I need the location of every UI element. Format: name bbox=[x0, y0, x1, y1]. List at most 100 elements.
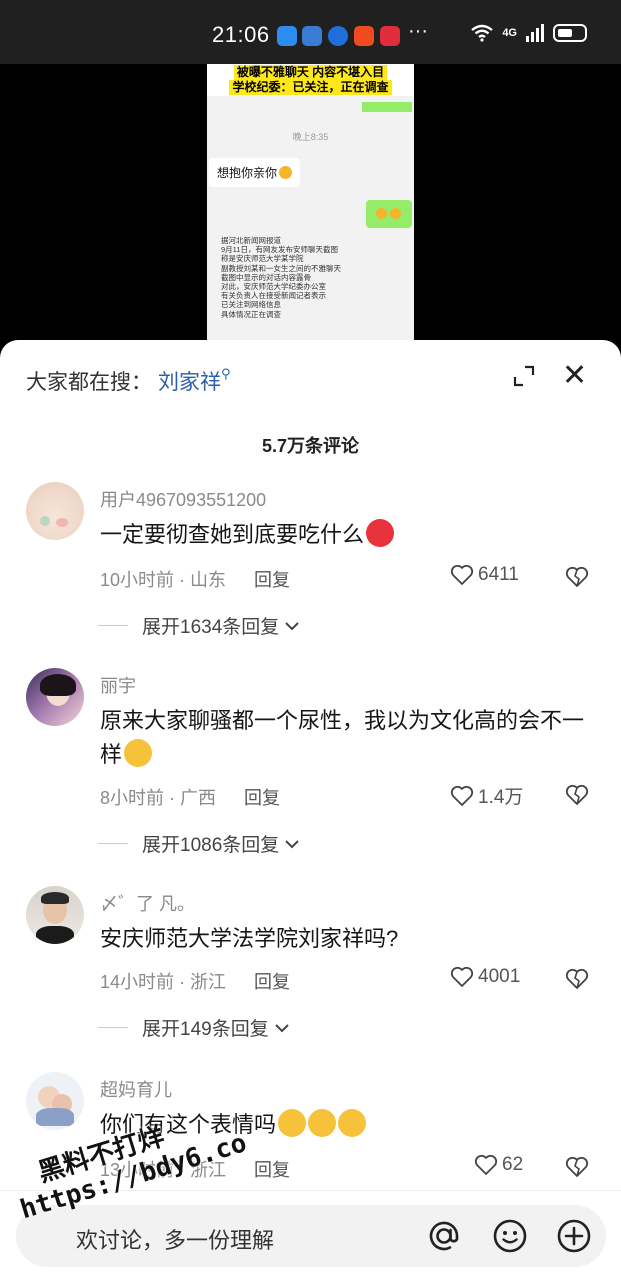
comment-body: 一定要彻查她到底要吃什么 bbox=[100, 522, 365, 547]
comment-time: 14小时前 · 浙江 bbox=[100, 972, 227, 992]
signal-icon bbox=[526, 24, 544, 42]
comment-time: 10小时前 · 山东 bbox=[100, 570, 227, 590]
news-line: 已关注到网络信息 bbox=[221, 300, 281, 310]
avatar[interactable] bbox=[26, 668, 84, 726]
more-notifications-icon: ··· bbox=[408, 20, 428, 42]
comment-text: 安庆师范大学法学院刘家祥吗? bbox=[100, 922, 590, 956]
chevron-down-icon bbox=[274, 1023, 289, 1032]
like-count: 4001 bbox=[478, 966, 521, 987]
wifi-icon bbox=[471, 24, 494, 42]
status-bar: 21:06 ··· 4G bbox=[0, 0, 621, 64]
expand-replies-button[interactable]: 展开149条回复 bbox=[98, 1014, 291, 1041]
comment-count: 5.7万条评论 bbox=[261, 436, 360, 456]
add-icon[interactable] bbox=[556, 1218, 592, 1254]
fullscreen-icon[interactable] bbox=[512, 364, 536, 388]
comment-meta: 8小时前 · 广西 回复 bbox=[100, 784, 280, 810]
status-right: 4G bbox=[470, 24, 587, 42]
news-line: 称是安庆师范大学某学院 bbox=[221, 254, 304, 264]
comment-body: 安庆师范大学法学院刘家祥吗? bbox=[100, 926, 399, 951]
dislike-broken-heart-icon[interactable] bbox=[565, 1156, 589, 1178]
like-button[interactable]: 1.4万 bbox=[450, 782, 523, 809]
heart-eyes-emoji-icon bbox=[279, 166, 293, 179]
comment-username[interactable]: 超妈育儿 bbox=[100, 1076, 172, 1102]
pleading-emoji-icon bbox=[338, 1109, 367, 1137]
comment-username[interactable]: 〆゛了 凡。 bbox=[100, 890, 195, 916]
expand-replies-label: 展开1086条回复 bbox=[142, 835, 280, 856]
expand-replies-button[interactable]: 展开1634条回复 bbox=[98, 612, 301, 639]
network-type: 4G bbox=[502, 27, 517, 39]
browser-app-icon bbox=[328, 26, 348, 46]
avatar[interactable] bbox=[26, 1072, 84, 1130]
news-overlay: 据河北新闻网报道 9月11日，有网友发布安师聊天截图 称是安庆师范大学某学院 副… bbox=[221, 236, 401, 319]
dislike-broken-heart-icon[interactable] bbox=[565, 968, 589, 990]
chat-bubble-received: 想抱你亲你 bbox=[209, 158, 301, 187]
comment-meta: 14小时前 · 浙江 回复 bbox=[100, 968, 290, 994]
pleading-emoji-icon bbox=[308, 1109, 337, 1137]
avatar[interactable] bbox=[26, 482, 84, 540]
news-line: 截图中显示的对话内容露骨 bbox=[221, 272, 311, 282]
video-player[interactable]: 被曝不雅聊天 内容不堪入目 学校纪委：已关注，正在调查 晚上8:35 想抱你亲你… bbox=[0, 64, 621, 354]
chat-message: 想抱你亲你 bbox=[217, 166, 278, 180]
dislike-broken-heart-icon[interactable] bbox=[565, 784, 589, 806]
message-app-icon bbox=[277, 26, 297, 46]
heart-icon bbox=[450, 785, 474, 806]
angry-emoji-icon bbox=[366, 519, 395, 547]
like-button[interactable]: 62 bbox=[474, 1154, 523, 1176]
pleading-emoji-icon bbox=[278, 1109, 307, 1137]
trending-search[interactable]: 大家都在搜： 刘家祥⚲ bbox=[26, 366, 231, 396]
chevron-down-icon bbox=[285, 839, 299, 848]
dislike-broken-heart-icon[interactable] bbox=[565, 566, 589, 588]
comment-username[interactable]: 用户4967093551200 bbox=[100, 486, 266, 512]
search-icon: ⚲ bbox=[221, 366, 231, 381]
store-app-icon bbox=[354, 26, 374, 46]
comment-text: 原来大家聊骚都一个尿性，我以为文化高的会不一样 bbox=[100, 704, 590, 772]
video-title: 被曝不雅聊天 内容不堪入目 学校纪委：已关注，正在调查 bbox=[207, 64, 414, 96]
comment-sheet: 大家都在搜： 刘家祥⚲ ✕ 5.7万条评论 用户4967093551200 一定要… bbox=[0, 340, 621, 1280]
music-app-icon bbox=[380, 26, 400, 46]
chevron-down-icon bbox=[285, 621, 299, 630]
expand-replies-button[interactable]: 展开1086条回复 bbox=[98, 830, 301, 857]
divider-line bbox=[98, 843, 128, 844]
heart-icon bbox=[474, 1154, 498, 1175]
news-line: 具体情况正在调查 bbox=[221, 309, 281, 319]
news-line: 对此，安庆师范大学纪委办公室 bbox=[221, 282, 326, 292]
comment-text: 一定要彻查她到底要吃什么 bbox=[100, 518, 590, 552]
chat-bubble-emoji bbox=[366, 200, 412, 228]
comment-username[interactable]: 丽宇 bbox=[100, 672, 136, 698]
heart-icon bbox=[450, 564, 474, 585]
news-line: 据河北新闻网报道 bbox=[221, 236, 281, 245]
close-button[interactable]: ✕ bbox=[562, 361, 587, 391]
comment-input[interactable]: 欢讨论，多一份理解 bbox=[16, 1205, 606, 1267]
comment-body: 原来大家聊骚都一个尿性，我以为文化高的会不一样 bbox=[100, 708, 585, 767]
comment-input-placeholder: 欢讨论，多一份理解 bbox=[76, 1228, 275, 1253]
reply-button[interactable]: 回复 bbox=[254, 570, 290, 590]
chat-bubble-sent bbox=[362, 102, 412, 112]
battery-icon bbox=[553, 24, 587, 42]
status-time: 21:06 bbox=[212, 22, 270, 47]
mention-icon[interactable] bbox=[426, 1218, 462, 1254]
heart-icon bbox=[450, 966, 474, 987]
avatar[interactable] bbox=[26, 886, 84, 944]
like-count: 62 bbox=[502, 1154, 524, 1175]
like-count: 6411 bbox=[478, 564, 519, 585]
like-button[interactable]: 6411 bbox=[450, 564, 519, 586]
reply-button[interactable]: 回复 bbox=[254, 972, 290, 992]
emoji-icon[interactable] bbox=[492, 1218, 528, 1254]
like-count: 1.4万 bbox=[478, 787, 524, 808]
news-line: 副教授刘某和一女生之间的不雅聊天 bbox=[221, 263, 341, 273]
reply-button[interactable]: 回复 bbox=[254, 1160, 290, 1180]
search-keyword[interactable]: 刘家祥 bbox=[158, 371, 221, 394]
divider-line bbox=[98, 1027, 128, 1028]
video-title-line2: 学校纪委：已关注，正在调查 bbox=[229, 80, 392, 95]
search-prefix: 大家都在搜： bbox=[26, 371, 152, 394]
expand-replies-label: 展开1634条回复 bbox=[142, 617, 280, 638]
divider-line bbox=[98, 625, 128, 626]
wireless-app-icon bbox=[302, 26, 322, 46]
reply-button[interactable]: 回复 bbox=[244, 788, 280, 808]
comment-meta: 10小时前 · 山东 回复 bbox=[100, 566, 290, 592]
like-button[interactable]: 4001 bbox=[450, 966, 520, 988]
expand-replies-label: 展开149条回复 bbox=[142, 1019, 269, 1040]
video-frame: 被曝不雅聊天 内容不堪入目 学校纪委：已关注，正在调查 晚上8:35 想抱你亲你… bbox=[207, 64, 414, 354]
comment-time: 8小时前 · 广西 bbox=[100, 788, 217, 808]
video-title-line1: 被曝不雅聊天 内容不堪入目 bbox=[233, 65, 388, 80]
